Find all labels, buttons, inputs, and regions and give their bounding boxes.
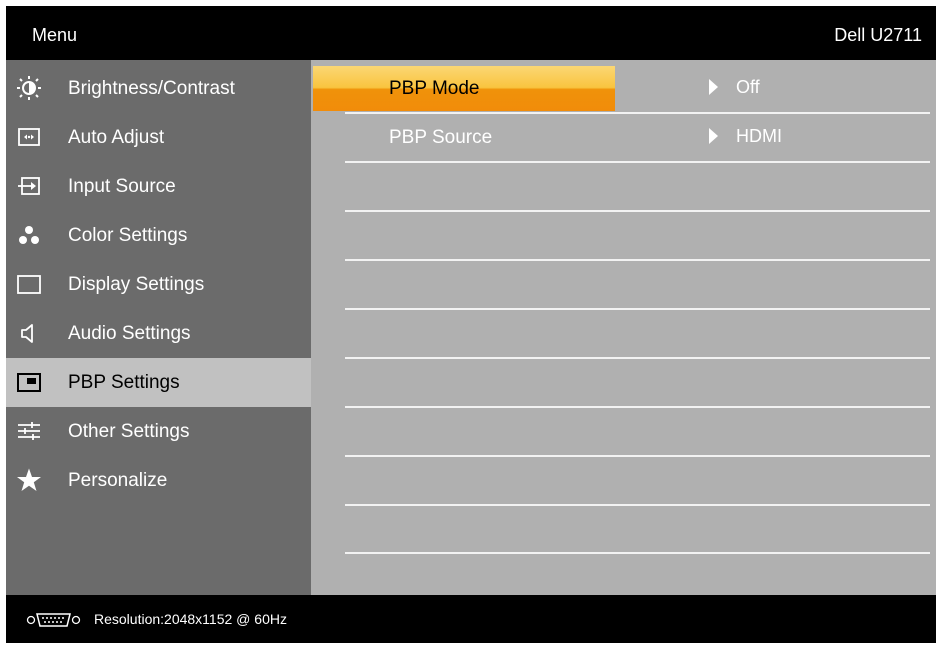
sidebar-item-label: Auto Adjust [68,127,165,148]
triangle-right-icon [709,128,718,144]
sidebar-item-input-source[interactable]: Input Source [6,162,311,211]
pbp-icon [17,373,41,392]
sidebar-item-color-settings[interactable]: Color Settings [6,211,311,260]
sidebar-item-label: Color Settings [68,225,188,246]
sidebar-item-auto-adjust[interactable]: Auto Adjust [6,113,311,162]
sidebar-item-label: Personalize [68,470,168,491]
display-settings-icon [17,275,41,294]
sidebar-item-label: Input Source [68,176,176,197]
option-value: HDMI [736,126,782,146]
option-value: Off [736,77,760,97]
vga-connector-icon [26,613,81,627]
option-label: PBP Source [389,127,493,148]
triangle-right-icon [709,79,718,95]
input-source-icon [18,177,40,195]
option-label: PBP Mode [389,78,480,99]
monitor-model: Dell U2711 [834,25,922,45]
divider [345,210,930,212]
sidebar-item-audio-settings[interactable]: Audio Settings [6,309,311,358]
divider [345,455,930,457]
brightness-icon [17,76,41,100]
sidebar-item-label: PBP Settings [68,372,180,393]
divider [345,552,930,554]
osd-menu: Menu Dell U2711 Brightness/Contrast Auto… [6,6,936,643]
star-icon [17,468,41,491]
divider [345,308,930,310]
sidebar: Brightness/Contrast Auto Adjust Input So… [6,60,311,595]
divider [345,357,930,359]
sidebar-item-pbp-settings[interactable]: PBP Settings [6,358,311,407]
sidebar-item-other-settings[interactable]: Other Settings [6,407,311,456]
status-bar: Resolution:2048x1152 @ 60Hz [6,595,936,643]
sidebar-item-label: Audio Settings [68,323,191,344]
option-row-pbp-mode[interactable]: PBP Mode Off [311,64,936,113]
color-settings-icon [19,226,39,244]
divider [345,504,930,506]
sidebar-item-personalize[interactable]: Personalize [6,456,311,505]
title-bar: Menu Dell U2711 [6,6,936,60]
sidebar-item-label: Brightness/Contrast [68,78,235,99]
sidebar-item-display-settings[interactable]: Display Settings [6,260,311,309]
divider [345,406,930,408]
sliders-icon [18,422,40,440]
divider [345,259,930,261]
sidebar-item-brightness-contrast[interactable]: Brightness/Contrast [6,64,311,113]
divider [345,161,930,163]
resolution-text: Resolution:2048x1152 @ 60Hz [94,611,287,627]
sidebar-item-label: Other Settings [68,421,190,442]
menu-title: Menu [32,25,78,45]
option-row-pbp-source[interactable]: PBP Source HDMI [311,113,936,162]
settings-panel: PBP Mode Off PBP Source HDMI [311,60,936,595]
sidebar-item-label: Display Settings [68,274,205,295]
speaker-icon [21,324,33,343]
auto-adjust-icon [18,128,40,146]
